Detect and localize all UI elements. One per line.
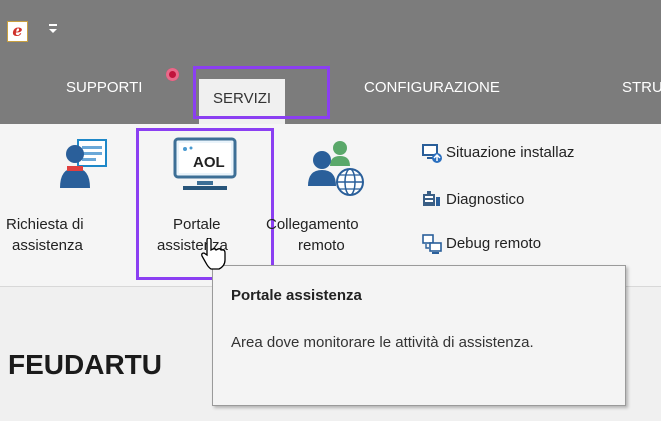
app-logo-icon[interactable]: e xyxy=(7,21,28,42)
debug-remoto-button[interactable]: Debug remoto xyxy=(422,232,602,256)
diagnostico-label: Diagnostico xyxy=(446,191,525,208)
quick-access-menu-icon[interactable] xyxy=(48,21,60,37)
title-bar: e xyxy=(0,0,661,66)
diagnostico-button[interactable]: Diagnostico xyxy=(422,188,592,212)
tab-supporti[interactable]: SUPPORTI xyxy=(66,79,142,115)
tooltip-body: Area dove monitorare le attività di assi… xyxy=(231,334,534,351)
tooltip-title: Portale assistenza xyxy=(231,287,362,304)
richiesta-assistenza-button[interactable]: Richiesta di assistenza xyxy=(0,132,150,272)
notification-badge xyxy=(166,68,179,81)
situazione-installazione-button[interactable]: Situazione installaz xyxy=(422,141,661,165)
installation-status-icon xyxy=(422,144,442,163)
user-document-icon xyxy=(60,139,107,188)
richiesta-label-line1: Richiesta di xyxy=(6,216,84,233)
hand-cursor-icon xyxy=(201,238,226,270)
collegamento-remoto-button[interactable]: Collegamento remoto xyxy=(266,132,416,272)
aol-icon-text: AOL xyxy=(193,154,225,171)
remote-users-globe-icon xyxy=(308,141,364,196)
tab-strumenti[interactable]: STRU xyxy=(622,79,661,115)
richiesta-label-line2: assistenza xyxy=(12,237,83,254)
diagnostic-icon xyxy=(423,191,440,206)
tab-servizi[interactable]: SERVIZI xyxy=(199,79,286,124)
tab-configurazione[interactable]: CONFIGURAZIONE xyxy=(364,79,500,115)
portale-label-line1: Portale xyxy=(173,216,221,233)
situazione-label: Situazione installaz xyxy=(446,144,575,161)
remote-debug-icon xyxy=(422,234,442,254)
tooltip: Portale assistenza Area dove monitorare … xyxy=(212,265,626,406)
debug-remoto-label: Debug remoto xyxy=(446,235,542,252)
collegamento-label-line2: remoto xyxy=(298,237,345,254)
collegamento-label-line1: Collegamento xyxy=(266,216,359,233)
page-heading: FEUDARTU xyxy=(8,349,162,380)
